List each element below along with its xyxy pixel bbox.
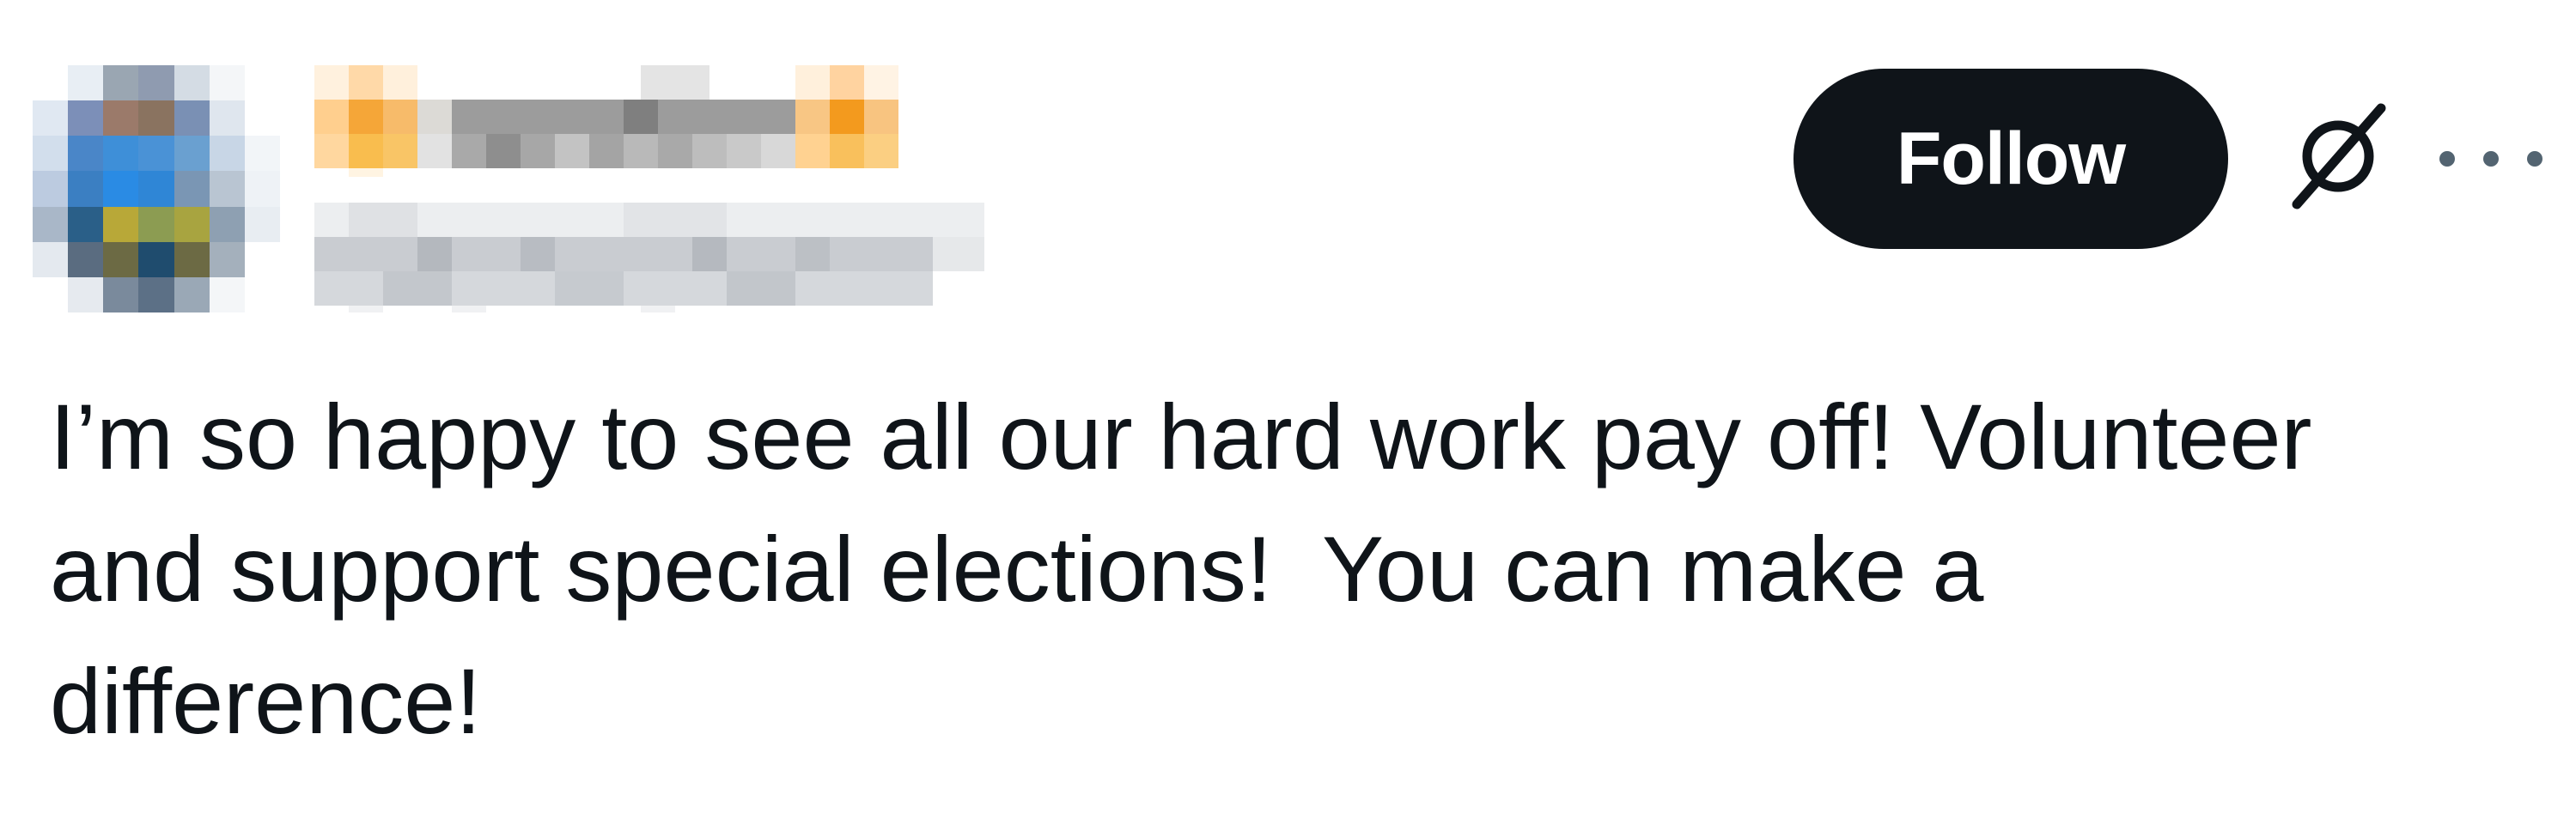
grok-icon[interactable] [2285,101,2396,213]
dot-icon [2483,151,2499,167]
username-redacted[interactable] [314,203,984,312]
dot-icon [2439,151,2455,167]
more-options-icon[interactable] [2439,129,2543,189]
post-text: I’m so happy to see all our hard work pa… [50,385,2312,753]
dot-icon [2527,151,2543,167]
follow-button[interactable]: Follow [1793,69,2228,249]
post-card: Follow I’m so happy to see all our hard … [0,0,2576,813]
avatar[interactable] [33,65,280,312]
display-name-redacted[interactable] [314,65,916,177]
